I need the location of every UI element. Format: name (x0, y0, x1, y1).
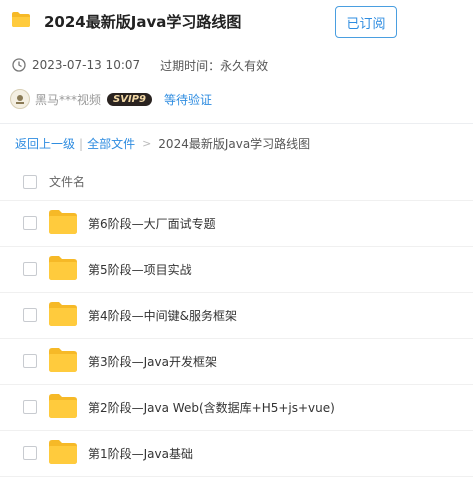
folder-icon[interactable] (49, 394, 77, 418)
subscribed-button[interactable]: 已订阅 (335, 6, 397, 38)
author-name: 黑马***视频 (35, 92, 102, 107)
file-name[interactable]: 第2阶段—Java Web(含数据库+H5+js+vue) (88, 399, 335, 416)
file-row[interactable]: 第6阶段—大厂面试专题 (0, 201, 473, 247)
file-row[interactable]: 第1阶段—Java基础 (0, 431, 473, 477)
author-info: 黑马***视频 SVIP9 等待验证 (10, 88, 212, 110)
file-row[interactable]: 第3阶段—Java开发框架 (0, 339, 473, 385)
breadcrumb: 返回上一级 | 全部文件 > 2024最新版Java学习路线图 (15, 135, 310, 152)
expiry-text: 过期时间：永久有效 (160, 58, 269, 73)
row-checkbox[interactable] (23, 400, 37, 414)
folder-icon[interactable] (49, 302, 77, 326)
avatar (10, 89, 30, 109)
meta-info: 2023-07-13 10:07 过期时间：永久有效 (12, 56, 268, 74)
column-filename: 文件名 (49, 175, 86, 189)
file-name[interactable]: 第6阶段—大厂面试专题 (88, 215, 216, 232)
row-checkbox[interactable] (23, 446, 37, 460)
breadcrumb-current: 2024最新版Java学习路线图 (158, 137, 311, 151)
folder-icon[interactable] (49, 210, 77, 234)
folder-icon[interactable] (49, 440, 77, 464)
chevron-right-icon: > (142, 137, 152, 150)
page-title: 2024最新版Java学习路线图 (44, 13, 242, 31)
svip-badge: SVIP9 (107, 92, 152, 106)
verify-link[interactable]: 等待验证 (164, 91, 212, 108)
row-checkbox[interactable] (23, 262, 37, 276)
file-name[interactable]: 第1阶段—Java基础 (88, 445, 193, 462)
file-name[interactable]: 第3阶段—Java开发框架 (88, 353, 217, 370)
divider (0, 123, 473, 124)
file-list-header: 文件名 (0, 162, 473, 201)
back-link[interactable]: 返回上一级 (15, 135, 75, 152)
row-checkbox[interactable] (23, 216, 37, 230)
file-row[interactable]: 第2阶段—Java Web(含数据库+H5+js+vue) (0, 385, 473, 431)
row-checkbox[interactable] (23, 354, 37, 368)
file-row[interactable]: 第5阶段—项目实战 (0, 247, 473, 293)
folder-icon (12, 12, 30, 27)
folder-icon[interactable] (49, 348, 77, 372)
breadcrumb-separator: | (79, 136, 84, 151)
all-files-link[interactable]: 全部文件 (87, 135, 135, 152)
file-name[interactable]: 第4阶段—中间键&服务框架 (88, 307, 237, 324)
header: 2024最新版Java学习路线图 已订阅 (0, 0, 473, 46)
file-row[interactable]: 第4阶段—中间键&服务框架 (0, 293, 473, 339)
select-all-checkbox[interactable] (23, 175, 37, 189)
file-name[interactable]: 第5阶段—项目实战 (88, 261, 192, 278)
share-date: 2023-07-13 10:07 (32, 58, 141, 72)
file-list: 文件名 第6阶段—大厂面试专题 第5阶段—项目实战 第4阶段—中间键&服务框架 … (0, 162, 473, 477)
row-checkbox[interactable] (23, 308, 37, 322)
folder-icon[interactable] (49, 256, 77, 280)
clock-icon (12, 58, 26, 72)
avatar-logo-icon (16, 95, 24, 104)
